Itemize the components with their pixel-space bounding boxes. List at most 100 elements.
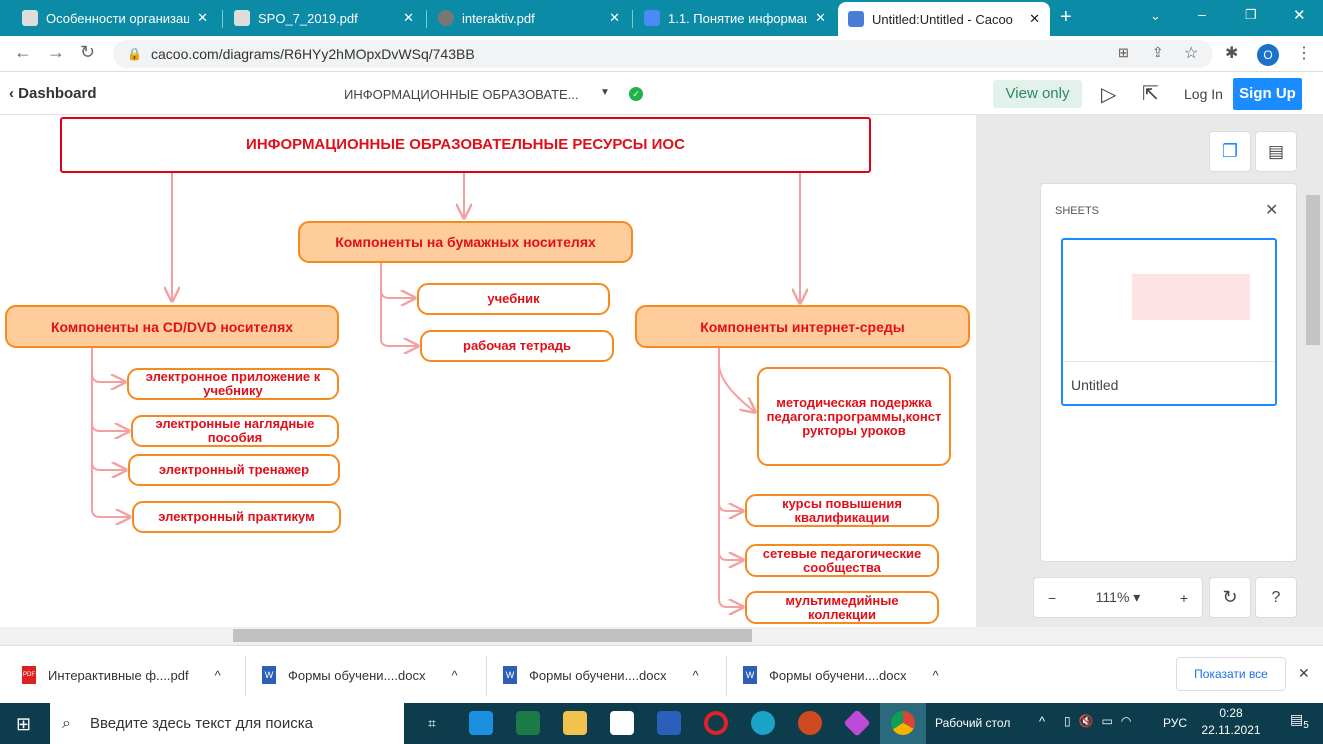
favicon-icon	[644, 10, 660, 26]
present-play-icon[interactable]: ▷	[1101, 82, 1116, 107]
share-export-icon[interactable]: ⇱	[1142, 81, 1159, 106]
profile-avatar[interactable]: O	[1257, 44, 1279, 66]
chrome-app-icon	[891, 711, 915, 735]
close-window-button[interactable]: ✕	[1293, 6, 1306, 24]
clock[interactable]: 0:28 22.11.2021	[1200, 706, 1262, 737]
forward-icon[interactable]: →	[47, 42, 65, 63]
app-icon[interactable]	[843, 709, 871, 737]
favicon-icon	[438, 10, 454, 26]
app-header	[0, 72, 1323, 115]
tray-icons[interactable]: ▯🔇▭◠	[1064, 714, 1139, 728]
dashboard-link[interactable]: ‹ Dashboard	[9, 85, 97, 102]
internet-item-box[interactable]: мультимедийные коллекции	[745, 591, 939, 624]
download-item[interactable]: W Формы обучени....docx ^	[262, 656, 458, 694]
cd-item-box[interactable]: электронные наглядные пособия	[131, 415, 339, 447]
notifications-icon[interactable]: ▤5	[1290, 711, 1309, 731]
task-view-icon[interactable]: ⌗	[420, 711, 444, 735]
desktop-toolbar-label[interactable]: Рабочий стол	[935, 716, 1010, 730]
diagram-canvas[interactable]: ИНФОРМАЦИОННЫЕ ОБРАЗОВАТЕЛЬНЫЕ РЕСУРСЫ И…	[0, 115, 976, 627]
edge-app-icon[interactable]	[751, 711, 775, 735]
minimize-button[interactable]: –	[1198, 6, 1206, 22]
lock-icon: 🔒	[127, 47, 142, 61]
file-explorer-icon[interactable]	[563, 711, 587, 735]
menu-icon[interactable]: ⋮	[1296, 43, 1312, 63]
browser-tab-active[interactable]: Untitled:Untitled - Cacoo ✕	[838, 2, 1050, 36]
downloads-bar: PDF Интерактивные ф....pdf ^ W Формы обучен…	[0, 645, 1323, 703]
close-tab-icon[interactable]: ✕	[403, 10, 414, 26]
paper-item-box[interactable]: рабочая тетрадь	[420, 330, 614, 362]
cd-item-box[interactable]: электронное приложение к учебнику	[127, 368, 339, 400]
chevron-up-icon[interactable]: ^	[451, 668, 457, 683]
taskbar-search-input[interactable]: ⌕ Введите здесь текст для поиска	[50, 703, 404, 744]
sheets-toggle-icon[interactable]: ❐	[1209, 131, 1251, 172]
extensions-icon[interactable]: ✱	[1225, 43, 1238, 63]
reload-icon[interactable]: ↻	[80, 42, 95, 63]
cd-item-box[interactable]: электронный практикум	[132, 501, 341, 533]
download-item[interactable]: PDF Интерактивные ф....pdf ^	[22, 656, 221, 694]
close-tab-icon[interactable]: ✕	[815, 10, 826, 26]
sheet-name: Untitled	[1071, 377, 1119, 393]
comments-icon[interactable]: ▤	[1255, 131, 1297, 172]
vertical-scrollbar[interactable]	[1306, 195, 1320, 345]
powerpoint-app-icon[interactable]	[798, 711, 822, 735]
bookmark-star-icon[interactable]: ☆	[1184, 43, 1198, 63]
signup-button[interactable]: Sign Up	[1233, 78, 1302, 110]
login-link[interactable]: Log In	[1184, 86, 1223, 102]
chrome-app-active[interactable]	[880, 703, 926, 744]
sheet-thumbnail[interactable]: Untitled	[1061, 238, 1277, 406]
mail-app-icon[interactable]	[469, 711, 493, 735]
internet-item-box[interactable]: методическая подержка педагога:программы…	[757, 367, 951, 466]
show-all-button[interactable]: Показати все	[1176, 657, 1286, 691]
caret-down-icon[interactable]: ▼	[600, 87, 610, 98]
word-file-icon: W	[503, 666, 517, 684]
restore-button[interactable]: ❐	[1245, 7, 1257, 23]
close-tab-icon[interactable]: ✕	[609, 10, 620, 26]
zoom-out-button[interactable]: −	[1048, 590, 1056, 606]
history-icon[interactable]: ↻	[1209, 577, 1251, 618]
new-tab-button[interactable]: +	[1060, 6, 1072, 29]
chevron-up-icon[interactable]: ^	[932, 668, 938, 683]
internet-item-box[interactable]: сетевые педагогические сообщества	[745, 544, 939, 577]
close-tab-icon[interactable]: ✕	[1029, 11, 1040, 27]
zoom-in-button[interactable]: +	[1180, 590, 1188, 606]
chevron-up-icon[interactable]: ^	[215, 668, 221, 683]
favicon-icon	[22, 10, 38, 26]
excel-app-icon[interactable]	[516, 711, 540, 735]
tray-overflow-icon[interactable]: ^	[1039, 714, 1045, 729]
back-icon[interactable]: ←	[14, 42, 32, 63]
internet-components-box[interactable]: Компоненты интернет-среды	[635, 305, 970, 348]
browser-tab[interactable]: 1.1. Понятие информаци ✕	[634, 4, 836, 32]
tab-search-icon[interactable]: ⌄	[1150, 8, 1161, 24]
close-tab-icon[interactable]: ✕	[197, 10, 208, 26]
language-indicator[interactable]: РУС	[1163, 716, 1187, 730]
download-item[interactable]: W Формы обучени....docx ^	[503, 656, 699, 694]
browser-tab[interactable]: interaktiv.pdf ✕	[428, 4, 630, 32]
document-title[interactable]: ИНФОРМАЦИОННЫЕ ОБРАЗОВАТЕ...	[344, 87, 579, 102]
url-input[interactable]: 🔒 cacoo.com/diagrams/R6HYy2hMOpxDvWSq/743…	[113, 40, 1213, 68]
translate-icon[interactable]: ⊞	[1118, 45, 1129, 61]
cd-item-box[interactable]: электронный тренажер	[128, 454, 340, 486]
word-file-icon: W	[743, 666, 757, 684]
favicon-icon	[234, 10, 250, 26]
paper-components-box[interactable]: Компоненты на бумажных носителях	[298, 221, 633, 263]
word-app-icon[interactable]	[657, 711, 681, 735]
store-app-icon[interactable]	[610, 711, 634, 735]
chevron-up-icon[interactable]: ^	[692, 668, 698, 683]
paper-item-box[interactable]: учебник	[417, 283, 610, 315]
horizontal-scrollbar[interactable]	[0, 627, 1323, 645]
browser-tab[interactable]: Особенности организац ✕	[12, 4, 218, 32]
browser-tab[interactable]: SPO_7_2019.pdf ✕	[224, 4, 424, 32]
close-downloads-icon[interactable]: ✕	[1298, 665, 1310, 682]
cd-components-box[interactable]: Компоненты на CD/DVD носителях	[5, 305, 339, 348]
scrollbar-thumb[interactable]	[233, 629, 752, 642]
saved-check-icon: ✓	[629, 87, 643, 101]
windows-start-icon[interactable]: ⊞	[16, 714, 31, 735]
internet-item-box[interactable]: курсы повышения квалификации	[745, 494, 939, 527]
diagram-title-box[interactable]: ИНФОРМАЦИОННЫЕ ОБРАЗОВАТЕЛЬНЫЕ РЕСУРСЫ И…	[60, 117, 871, 173]
zoom-level-select[interactable]: 111% ▾	[1096, 589, 1141, 606]
download-item[interactable]: W Формы обучени....docx ^	[743, 656, 939, 694]
opera-app-icon[interactable]	[704, 711, 728, 735]
close-icon[interactable]: ✕	[1265, 200, 1278, 220]
help-icon[interactable]: ?	[1255, 577, 1297, 618]
share-icon[interactable]: ⇪	[1152, 44, 1164, 61]
